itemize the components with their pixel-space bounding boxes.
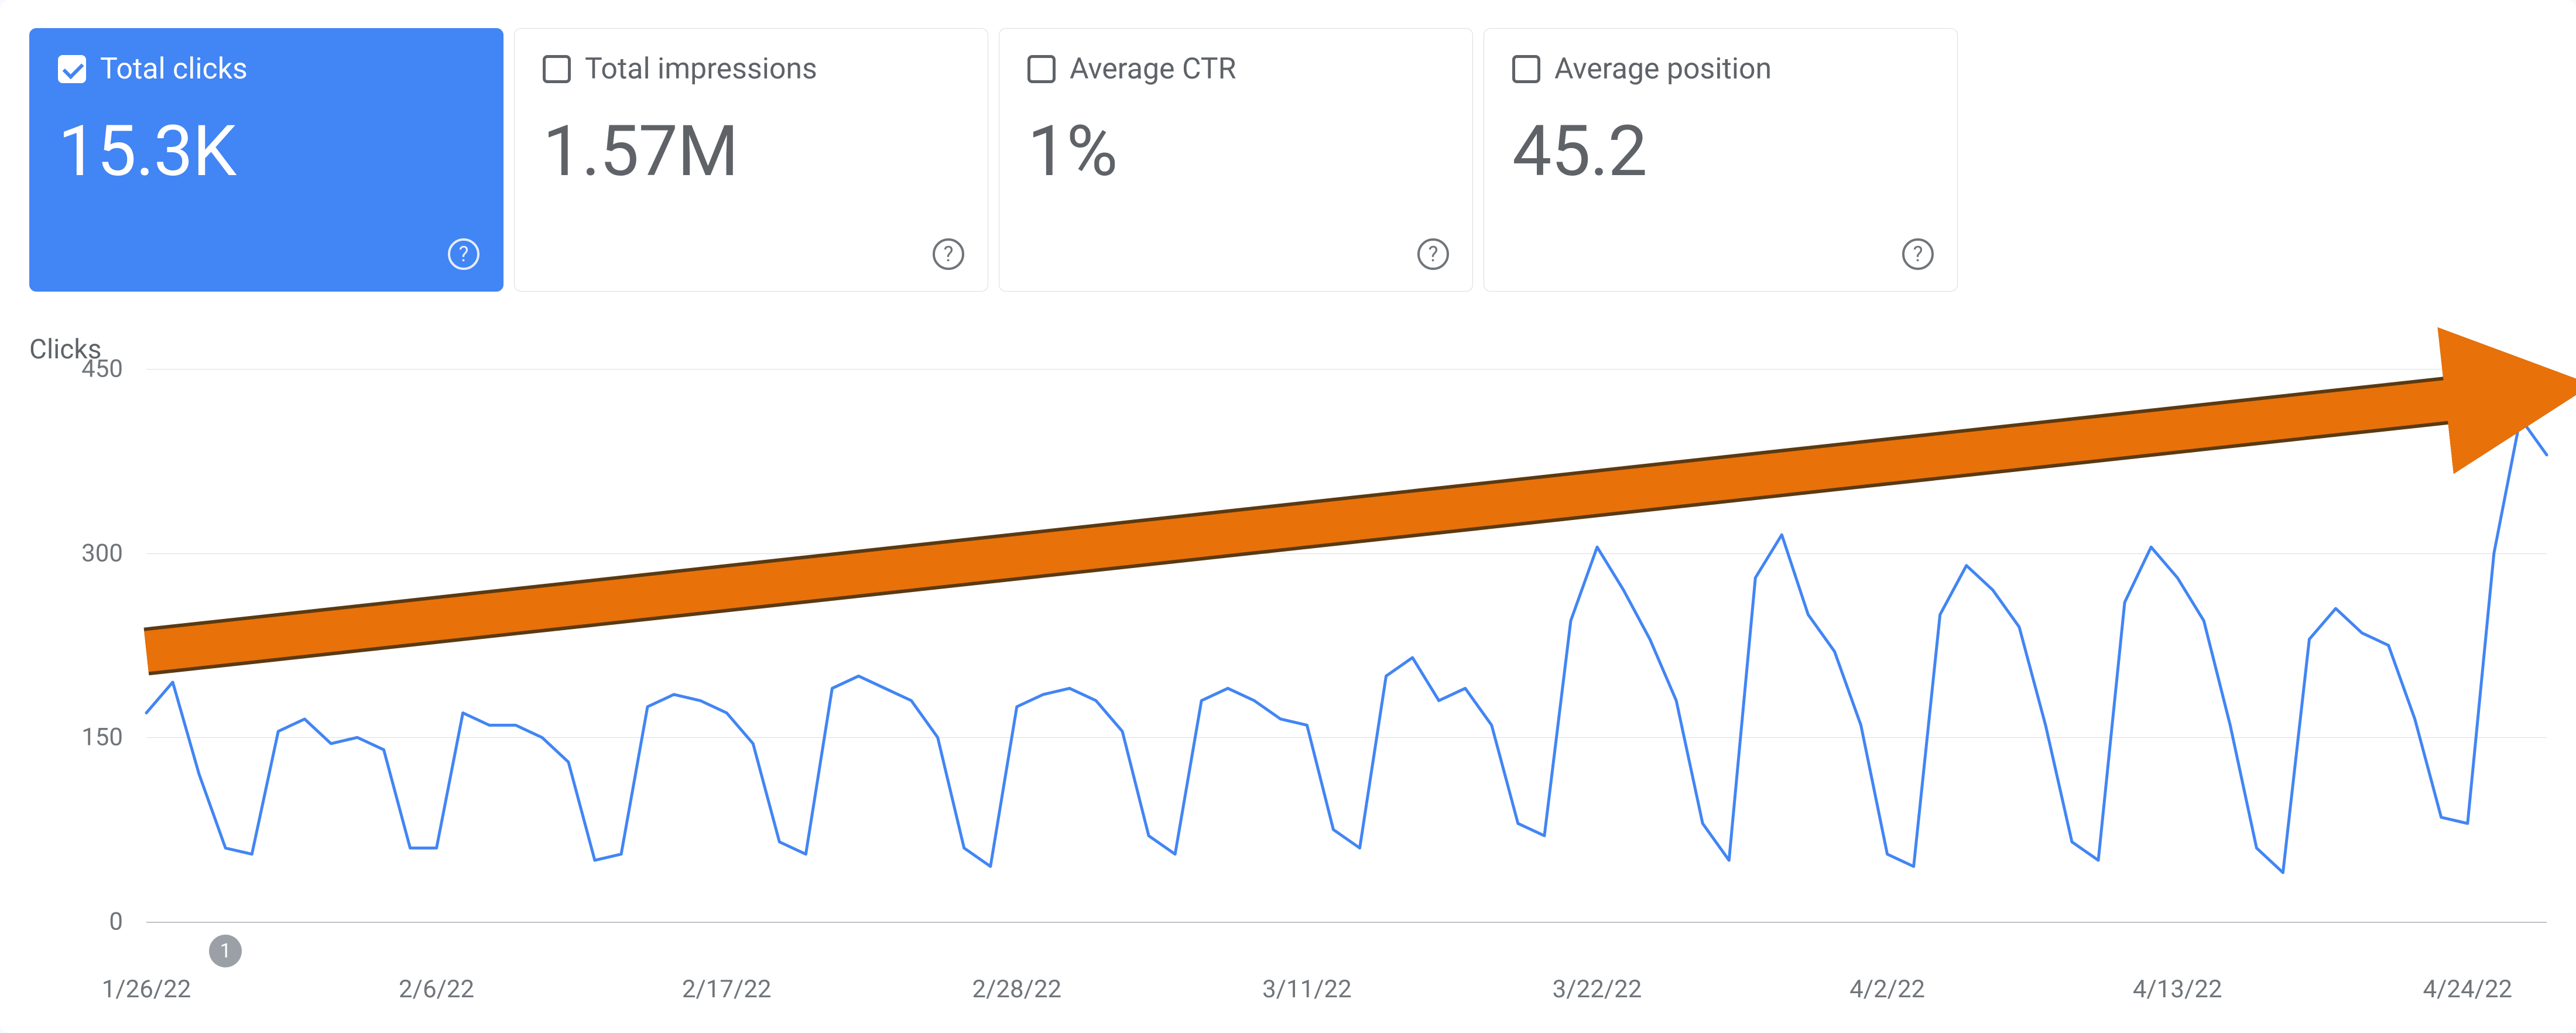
chart-line-svg: [146, 369, 2547, 922]
checkbox-icon[interactable]: [1512, 55, 1540, 83]
y-tick: 300: [29, 539, 146, 567]
checkbox-icon[interactable]: [58, 55, 86, 83]
metric-tile-average-position[interactable]: Average position 45.2?: [1484, 28, 1958, 292]
metric-tile-total-clicks[interactable]: Total clicks 15.3K?: [29, 28, 503, 292]
metric-tile-total-impressions[interactable]: Total impressions 1.57M?: [514, 28, 988, 292]
metric-tile-value: 45.2: [1512, 111, 1929, 193]
x-tick: 2/17/22: [682, 975, 772, 1004]
help-icon[interactable]: ?: [1417, 238, 1449, 270]
x-tick: 1/26/22: [102, 975, 191, 1004]
y-tick: 450: [29, 355, 146, 384]
x-tick: 3/11/22: [1262, 975, 1352, 1004]
y-tick: 150: [29, 723, 146, 752]
x-tick: 2/28/22: [972, 975, 1061, 1004]
y-axis-label: Clicks: [29, 334, 2547, 365]
clicks-series-line: [146, 418, 2547, 873]
help-icon[interactable]: ?: [448, 238, 479, 270]
metric-tiles-row: Total clicks 15.3K? Total impressions 1.57M…: [0, 0, 2576, 292]
metric-tile-value: 1.57M: [543, 111, 960, 193]
y-tick: 0: [29, 908, 146, 936]
metric-tile-label: Average position: [1554, 52, 1772, 86]
x-tick: 3/22/22: [1553, 975, 1642, 1004]
x-tick: 2/6/22: [399, 975, 474, 1004]
x-tick: 4/2/22: [1849, 975, 1925, 1004]
help-icon[interactable]: ?: [933, 238, 964, 270]
x-axis: 1/26/222/6/222/17/222/28/223/11/223/22/2…: [146, 957, 2547, 1004]
metric-tile-label: Average CTR: [1070, 52, 1236, 86]
chart-plot: 0150300450 1: [29, 369, 2547, 922]
performance-card: Total clicks 15.3K? Total impressions 1.57M…: [0, 0, 2576, 1033]
x-tick: 4/24/22: [2423, 975, 2512, 1004]
x-tick: 4/13/22: [2133, 975, 2222, 1004]
checkbox-icon[interactable]: [543, 55, 571, 83]
metric-tile-value: 1%: [1027, 111, 1444, 193]
metric-tile-value: 15.3K: [58, 111, 475, 193]
checkbox-icon[interactable]: [1027, 55, 1056, 83]
x-axis-line: [146, 922, 2547, 923]
metric-tile-label: Total clicks: [100, 52, 248, 86]
metric-tile-average-ctr[interactable]: Average CTR 1%?: [999, 28, 1473, 292]
metric-tile-label: Total impressions: [585, 52, 817, 86]
chart-area: Clicks 0150300450 1 1/26/222/6/222/17/22…: [29, 334, 2547, 1004]
help-icon[interactable]: ?: [1902, 238, 1934, 270]
y-axis: 0150300450: [29, 369, 146, 922]
